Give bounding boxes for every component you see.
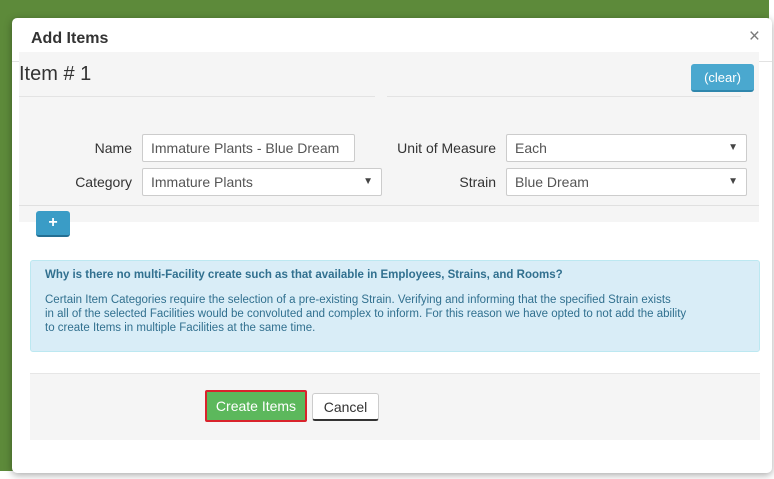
close-icon[interactable]: × (749, 27, 760, 46)
heading-divider-left (19, 96, 375, 97)
cancel-button[interactable]: Cancel (312, 393, 379, 421)
name-label: Name (94, 140, 132, 156)
strain-value: Blue Dream (515, 174, 589, 190)
category-value: Immature Plants (151, 174, 253, 190)
category-select[interactable]: Immature Plants ▼ (142, 168, 382, 196)
info-line: to create Items in multiple Facilities a… (45, 322, 316, 334)
fields-divider (19, 205, 759, 206)
clear-button[interactable]: (clear) (691, 64, 754, 92)
unit-of-measure-value: Each (515, 140, 547, 156)
info-title: Why is there no multi-Facility create su… (45, 269, 563, 281)
chevron-down-icon: ▼ (728, 142, 738, 153)
info-alert: Why is there no multi-Facility create su… (30, 260, 760, 352)
unit-of-measure-label: Unit of Measure (397, 140, 496, 156)
item-panel: Item # 1 (clear) Name Immature Plants - … (19, 52, 759, 222)
add-item-button[interactable]: + (36, 211, 70, 237)
create-items-button[interactable]: Create Items (205, 390, 307, 422)
modal-footer (30, 373, 760, 440)
heading-divider-right (387, 96, 741, 97)
strain-select[interactable]: Blue Dream ▼ (506, 168, 747, 196)
unit-of-measure-select[interactable]: Each ▼ (506, 134, 747, 162)
modal-title: Add Items (31, 30, 109, 47)
item-heading: Item # 1 (19, 63, 92, 85)
chevron-down-icon: ▼ (363, 176, 373, 187)
info-line: in all of the selected Facilities would … (45, 308, 687, 320)
info-body: Certain Item Categories require the sele… (45, 293, 745, 335)
strain-label: Strain (459, 174, 496, 190)
info-line: Certain Item Categories require the sele… (45, 294, 671, 306)
plus-icon: + (48, 214, 58, 231)
name-input[interactable]: Immature Plants - Blue Dream (142, 134, 355, 162)
chevron-down-icon: ▼ (728, 176, 738, 187)
category-label: Category (75, 174, 132, 190)
